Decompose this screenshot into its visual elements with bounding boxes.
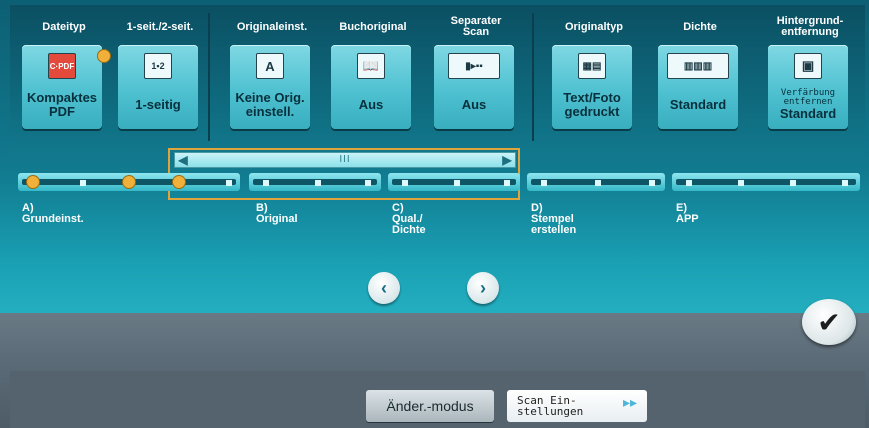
separate-scan-icon: ▮▸▪▪ [448,53,500,79]
chevron-left-icon: ‹ [381,277,387,298]
track-tick [686,180,692,186]
setting-value: Standard [779,106,837,121]
tab-track-c[interactable] [388,173,520,191]
setting-value: Standard [669,97,727,112]
buchoriginal-button[interactable]: 📖 Aus [331,45,411,129]
track-tick [541,180,547,186]
changed-marker-icon [122,175,136,189]
setting-value: 1-seitig [135,97,181,112]
setting-title: Originaleinst. [236,20,308,33]
tab-label-a[interactable]: A) Grundeinst. [22,203,84,225]
change-mode-button[interactable]: Änder.-modus [366,390,494,422]
setting-title: Originaltyp [564,20,624,33]
track-tick [402,180,408,186]
track-tick [738,180,744,186]
change-mode-label: Änder.-modus [386,398,474,414]
book-icon: 📖 [357,53,385,79]
next-page-button[interactable]: › [467,272,499,304]
setting-value: Kompaktes PDF [26,90,98,119]
tab-track-e[interactable] [672,173,860,191]
setting-value-block: Verfärbung entfernen Standard [768,85,848,125]
setting-title: Hintergrund- entfernung [776,15,844,38]
duplex-button[interactable]: 1▪2 1-seitig [118,45,198,129]
dateityp-button[interactable]: C·PDF Kompaktes PDF [22,45,102,129]
track-tick [790,180,796,186]
tab-label-d[interactable]: D) Stempel erstellen [531,203,576,236]
track-tick [226,180,232,186]
track-tick [454,180,460,186]
track-tick [315,180,321,186]
setting-subvalue: Verfärbung entfernen [780,88,836,107]
group-quality: Originaltyp ▦▤ Text/Foto gedruckt Dichte… [538,13,863,141]
horizontal-scrollbar[interactable]: ◀ III ▶ [174,152,516,168]
scroll-right-icon[interactable]: ▶ [500,153,514,167]
scan-settings-button[interactable]: Scan Ein- stellungen ▸▸ [507,390,647,422]
originaleinst-button[interactable]: A Keine Orig. einstell. [230,45,310,129]
group-original: Originaleinst. A Keine Orig. einstell. B… [214,13,534,141]
hintergrund-button[interactable]: ▣ Verfärbung entfernen Standard [768,45,848,129]
changed-marker-icon [97,49,111,63]
scroll-left-icon[interactable]: ◀ [176,153,190,167]
tab-track-b[interactable] [249,173,381,191]
setting-title: Buchoriginal [339,20,407,33]
tab-track-d[interactable] [527,173,665,191]
track-tick [649,180,655,186]
setting-value: Text/Foto gedruckt [563,90,621,119]
dichte-button[interactable]: ▥▥▥ Standard [658,45,738,129]
setting-title: Separater Scan [450,15,502,38]
setting-value: Keine Orig. einstell. [235,90,305,119]
one-sided-icon: 1▪2 [144,53,172,79]
previous-page-button[interactable]: ‹ [368,272,400,304]
original-setting-icon: A [256,53,284,79]
changed-marker-icon [26,175,40,189]
changed-marker-icon [172,175,186,189]
ok-button[interactable]: ✔ [802,299,856,345]
group-basic: Dateityp C·PDF Kompaktes PDF 1-seit./2-s… [16,13,210,141]
scan-settings-screen: Dateityp C·PDF Kompaktes PDF 1-seit./2-s… [0,0,869,428]
tab-label-e[interactable]: E) APP [676,203,699,225]
track-tick [365,180,371,186]
setting-title: Dateityp [42,20,86,33]
tab-track-a[interactable] [18,173,240,191]
settings-header: Dateityp C·PDF Kompaktes PDF 1-seit./2-s… [10,5,865,153]
track-tick [595,180,601,186]
originaltyp-button[interactable]: ▦▤ Text/Foto gedruckt [552,45,632,129]
scan-settings-label: Scan Ein- stellungen [517,394,584,418]
tab-label-b[interactable]: B) Original [256,203,298,225]
track-tick [263,180,269,186]
scroll-grip-icon[interactable]: III [339,154,350,165]
track-tick [80,180,86,186]
setting-value: Aus [358,97,384,112]
track-tick [842,180,848,186]
setting-value: Aus [461,97,487,112]
chevron-right-icon: › [480,277,486,298]
separater-scan-button[interactable]: ▮▸▪▪ Aus [434,45,514,129]
checkmark-icon: ✔ [817,306,841,338]
setting-title: Dichte [683,20,717,33]
track-tick [504,180,510,186]
tab-label-c[interactable]: C) Qual./ Dichte [392,203,426,236]
text-photo-icon: ▦▤ [578,53,606,79]
background-removal-icon: ▣ [794,53,822,79]
double-chevron-right-icon: ▸▸ [622,395,637,411]
density-icon: ▥▥▥ [667,53,729,79]
pdf-file-icon: C·PDF [48,53,76,79]
setting-title: 1-seit./2-seit. [126,20,194,33]
